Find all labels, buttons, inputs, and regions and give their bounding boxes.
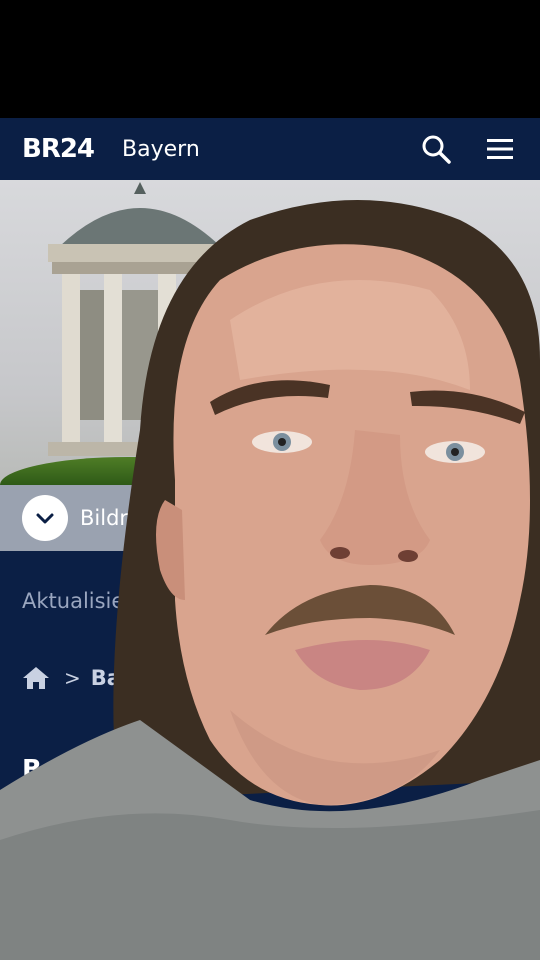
menu-icon[interactable] — [484, 133, 516, 165]
search-icon[interactable] — [420, 133, 452, 165]
region-label[interactable]: Bayern — [122, 137, 200, 162]
site-header: BR24 Bayern — [0, 118, 540, 180]
br24-logo[interactable]: BR24 — [22, 134, 95, 164]
status-bar-area — [0, 0, 540, 118]
camera-person-overlay — [0, 200, 540, 960]
